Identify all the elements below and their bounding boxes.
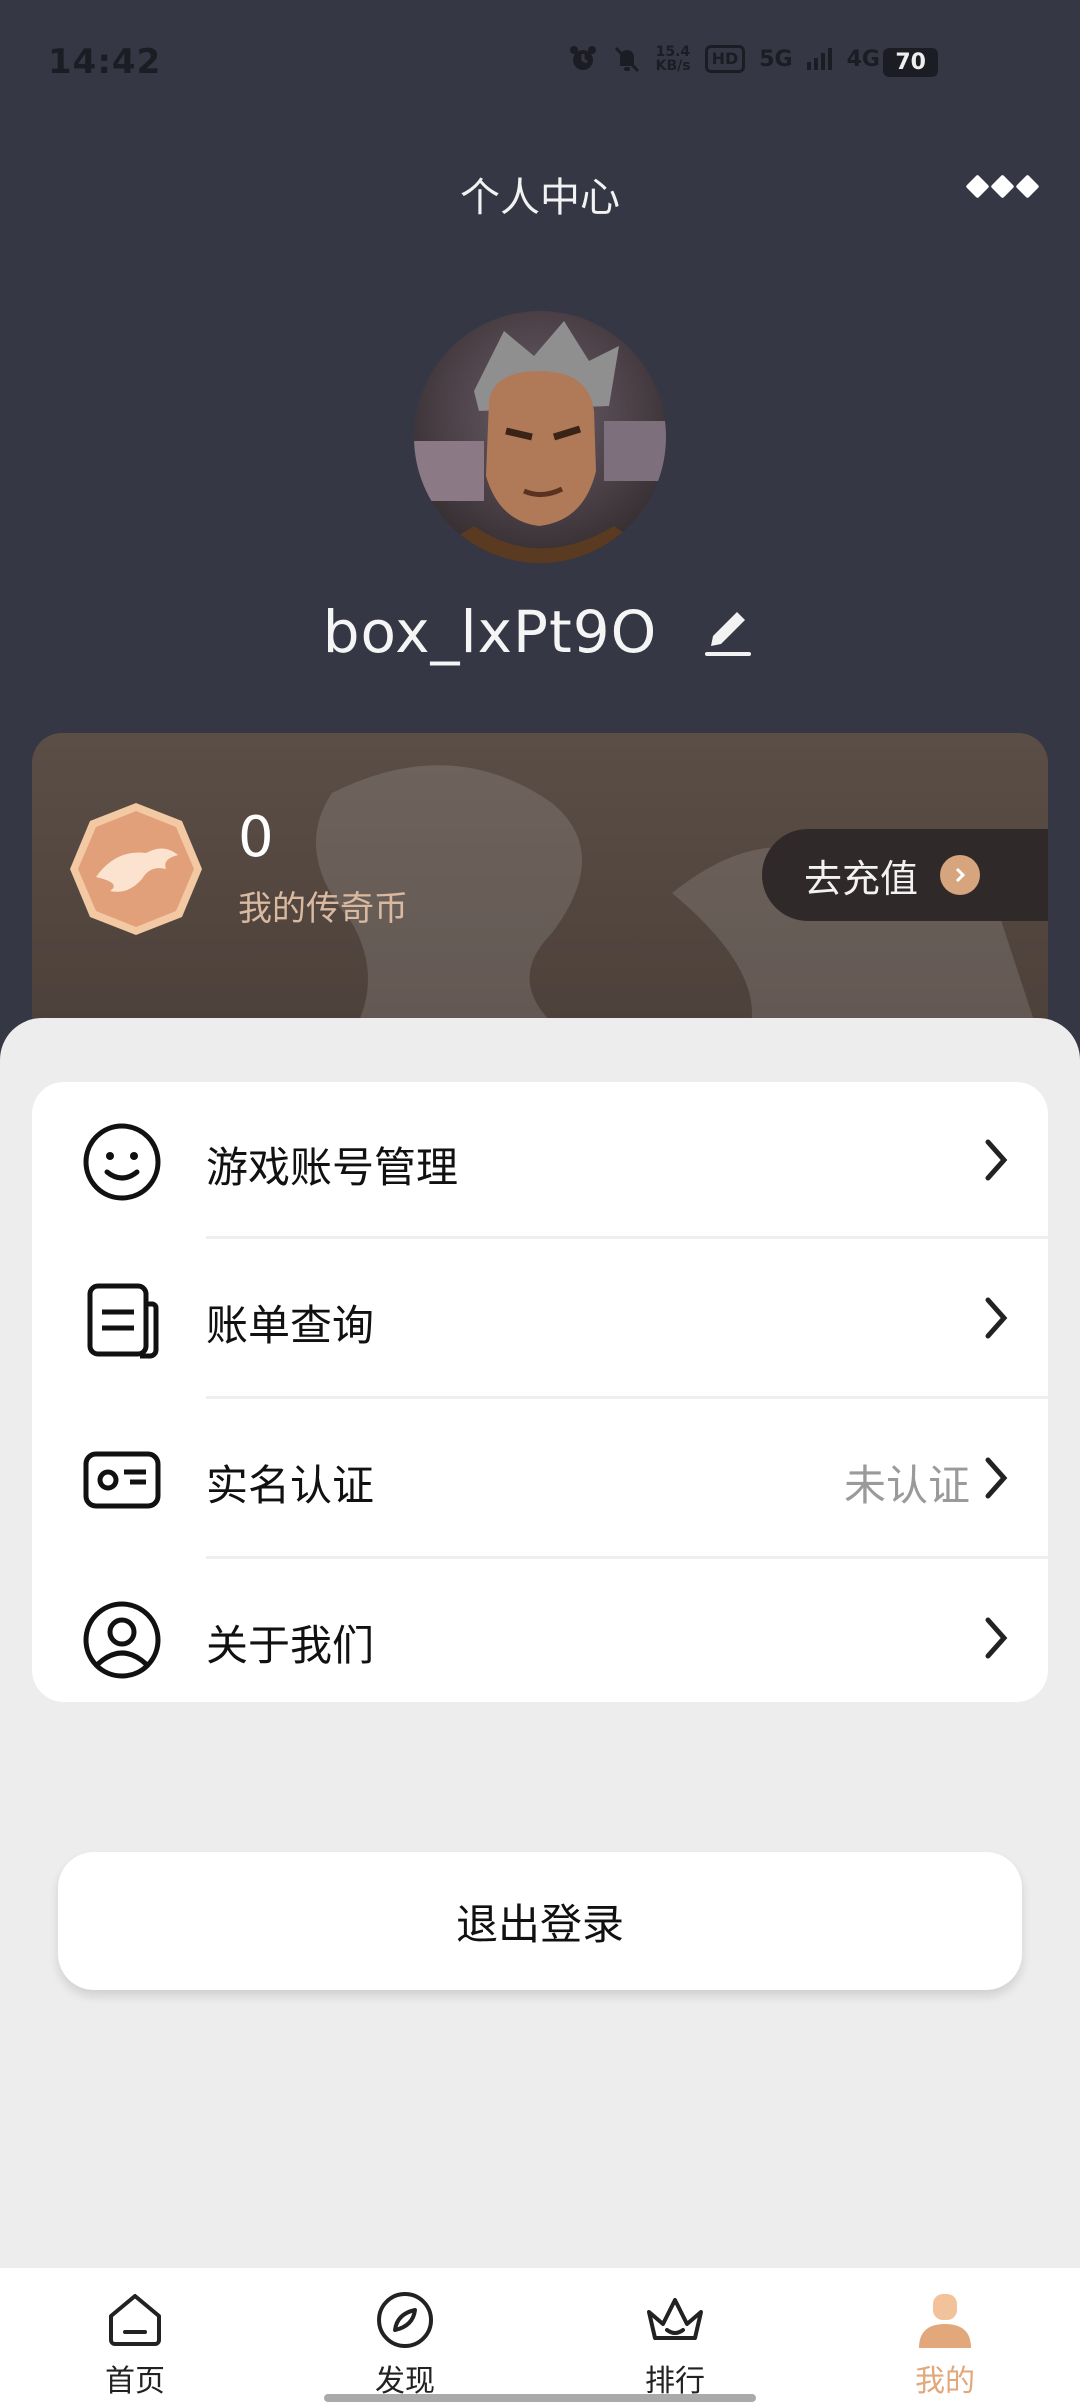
menu-item-label: 游戏账号管理 [206, 1143, 459, 1192]
status-time: 14:42 [48, 42, 162, 82]
home-icon [109, 2294, 161, 2346]
coin-card: 0 我的传奇币 去充值 [32, 733, 1048, 1063]
bell-off-icon [614, 46, 639, 73]
more-dot-icon [965, 174, 990, 199]
more-dot-icon [990, 174, 1015, 199]
username-row: box_lxPt9O [0, 598, 1080, 666]
network-speed-value: 15.4 [655, 44, 691, 60]
signal-4g-label: 4G [846, 46, 880, 72]
chevron-right-icon [985, 1457, 1008, 1499]
tab-label: 我的 [915, 2364, 975, 2399]
divider [206, 1556, 1048, 1559]
logout-button[interactable]: 退出登录 [58, 1852, 1022, 1990]
profile-icon [919, 2294, 971, 2348]
menu-item-label: 账单查询 [206, 1301, 375, 1350]
recharge-button[interactable]: 去充值 [762, 829, 1048, 921]
status-bar: 14:42 15.4 KB/s HD 5G 4G 70 [0, 0, 1080, 128]
tab-discover[interactable]: 发现 [270, 2268, 540, 2408]
edit-pencil-icon[interactable] [697, 602, 757, 662]
document-icon [87, 1283, 159, 1359]
home-indicator [324, 2394, 756, 2402]
signal-bars-icon [806, 48, 832, 70]
menu-item-label: 实名认证 [206, 1461, 375, 1510]
recharge-label: 去充值 [804, 856, 919, 901]
coin-balance: 0 [238, 805, 274, 870]
signal-5g-label: 5G [759, 46, 793, 72]
chevron-right-icon [940, 855, 981, 895]
username: box_lxPt9O [322, 598, 658, 666]
avatar-image [414, 311, 666, 563]
verification-status: 未认证 [843, 1461, 970, 1510]
chevron-right-icon [985, 1297, 1008, 1339]
battery-indicator: 70 [883, 48, 938, 77]
more-options-button[interactable] [965, 174, 1040, 199]
more-dot-icon [1015, 174, 1040, 199]
divider [206, 1396, 1048, 1399]
page-title: 个人中心 [460, 175, 620, 221]
tab-mine[interactable]: 我的 [810, 2268, 1080, 2408]
compass-icon [377, 2292, 433, 2348]
menu-item-billing[interactable]: 账单查询 [32, 1240, 1048, 1398]
network-speed: 15.4 KB/s [656, 45, 691, 73]
logout-label: 退出登录 [455, 1899, 624, 1949]
menu-item-about-us[interactable]: 关于我们 [32, 1560, 1048, 1718]
status-icons: 15.4 KB/s HD 5G 4G [568, 44, 920, 74]
tab-home[interactable]: 首页 [0, 2268, 270, 2408]
coin-icon [70, 803, 202, 935]
user-circle-icon [83, 1601, 161, 1679]
chevron-right-icon [985, 1617, 1008, 1659]
bottom-tab-bar: 首页 发现 排行 我的 [0, 2268, 1080, 2408]
coin-label: 我的传奇币 [238, 889, 408, 929]
alarm-icon [569, 46, 596, 70]
menu-item-real-name[interactable]: 实名认证 未认证 [32, 1400, 1048, 1558]
tab-ranking[interactable]: 排行 [540, 2268, 810, 2408]
menu-list: 游戏账号管理 账单查询 实名认证 未认证 关于我们 [32, 1082, 1048, 1702]
menu-item-game-account[interactable]: 游戏账号管理 [32, 1082, 1048, 1240]
chevron-right-icon [985, 1139, 1008, 1181]
avatar[interactable] [414, 311, 666, 563]
smiley-icon [83, 1123, 161, 1201]
hd-badge: HD [704, 45, 746, 73]
divider [206, 1236, 1048, 1239]
tab-label: 首页 [105, 2364, 165, 2399]
network-speed-unit: KB/s [655, 58, 691, 74]
id-card-icon [83, 1451, 161, 1509]
crown-icon [647, 2298, 703, 2340]
menu-item-label: 关于我们 [206, 1621, 375, 1670]
